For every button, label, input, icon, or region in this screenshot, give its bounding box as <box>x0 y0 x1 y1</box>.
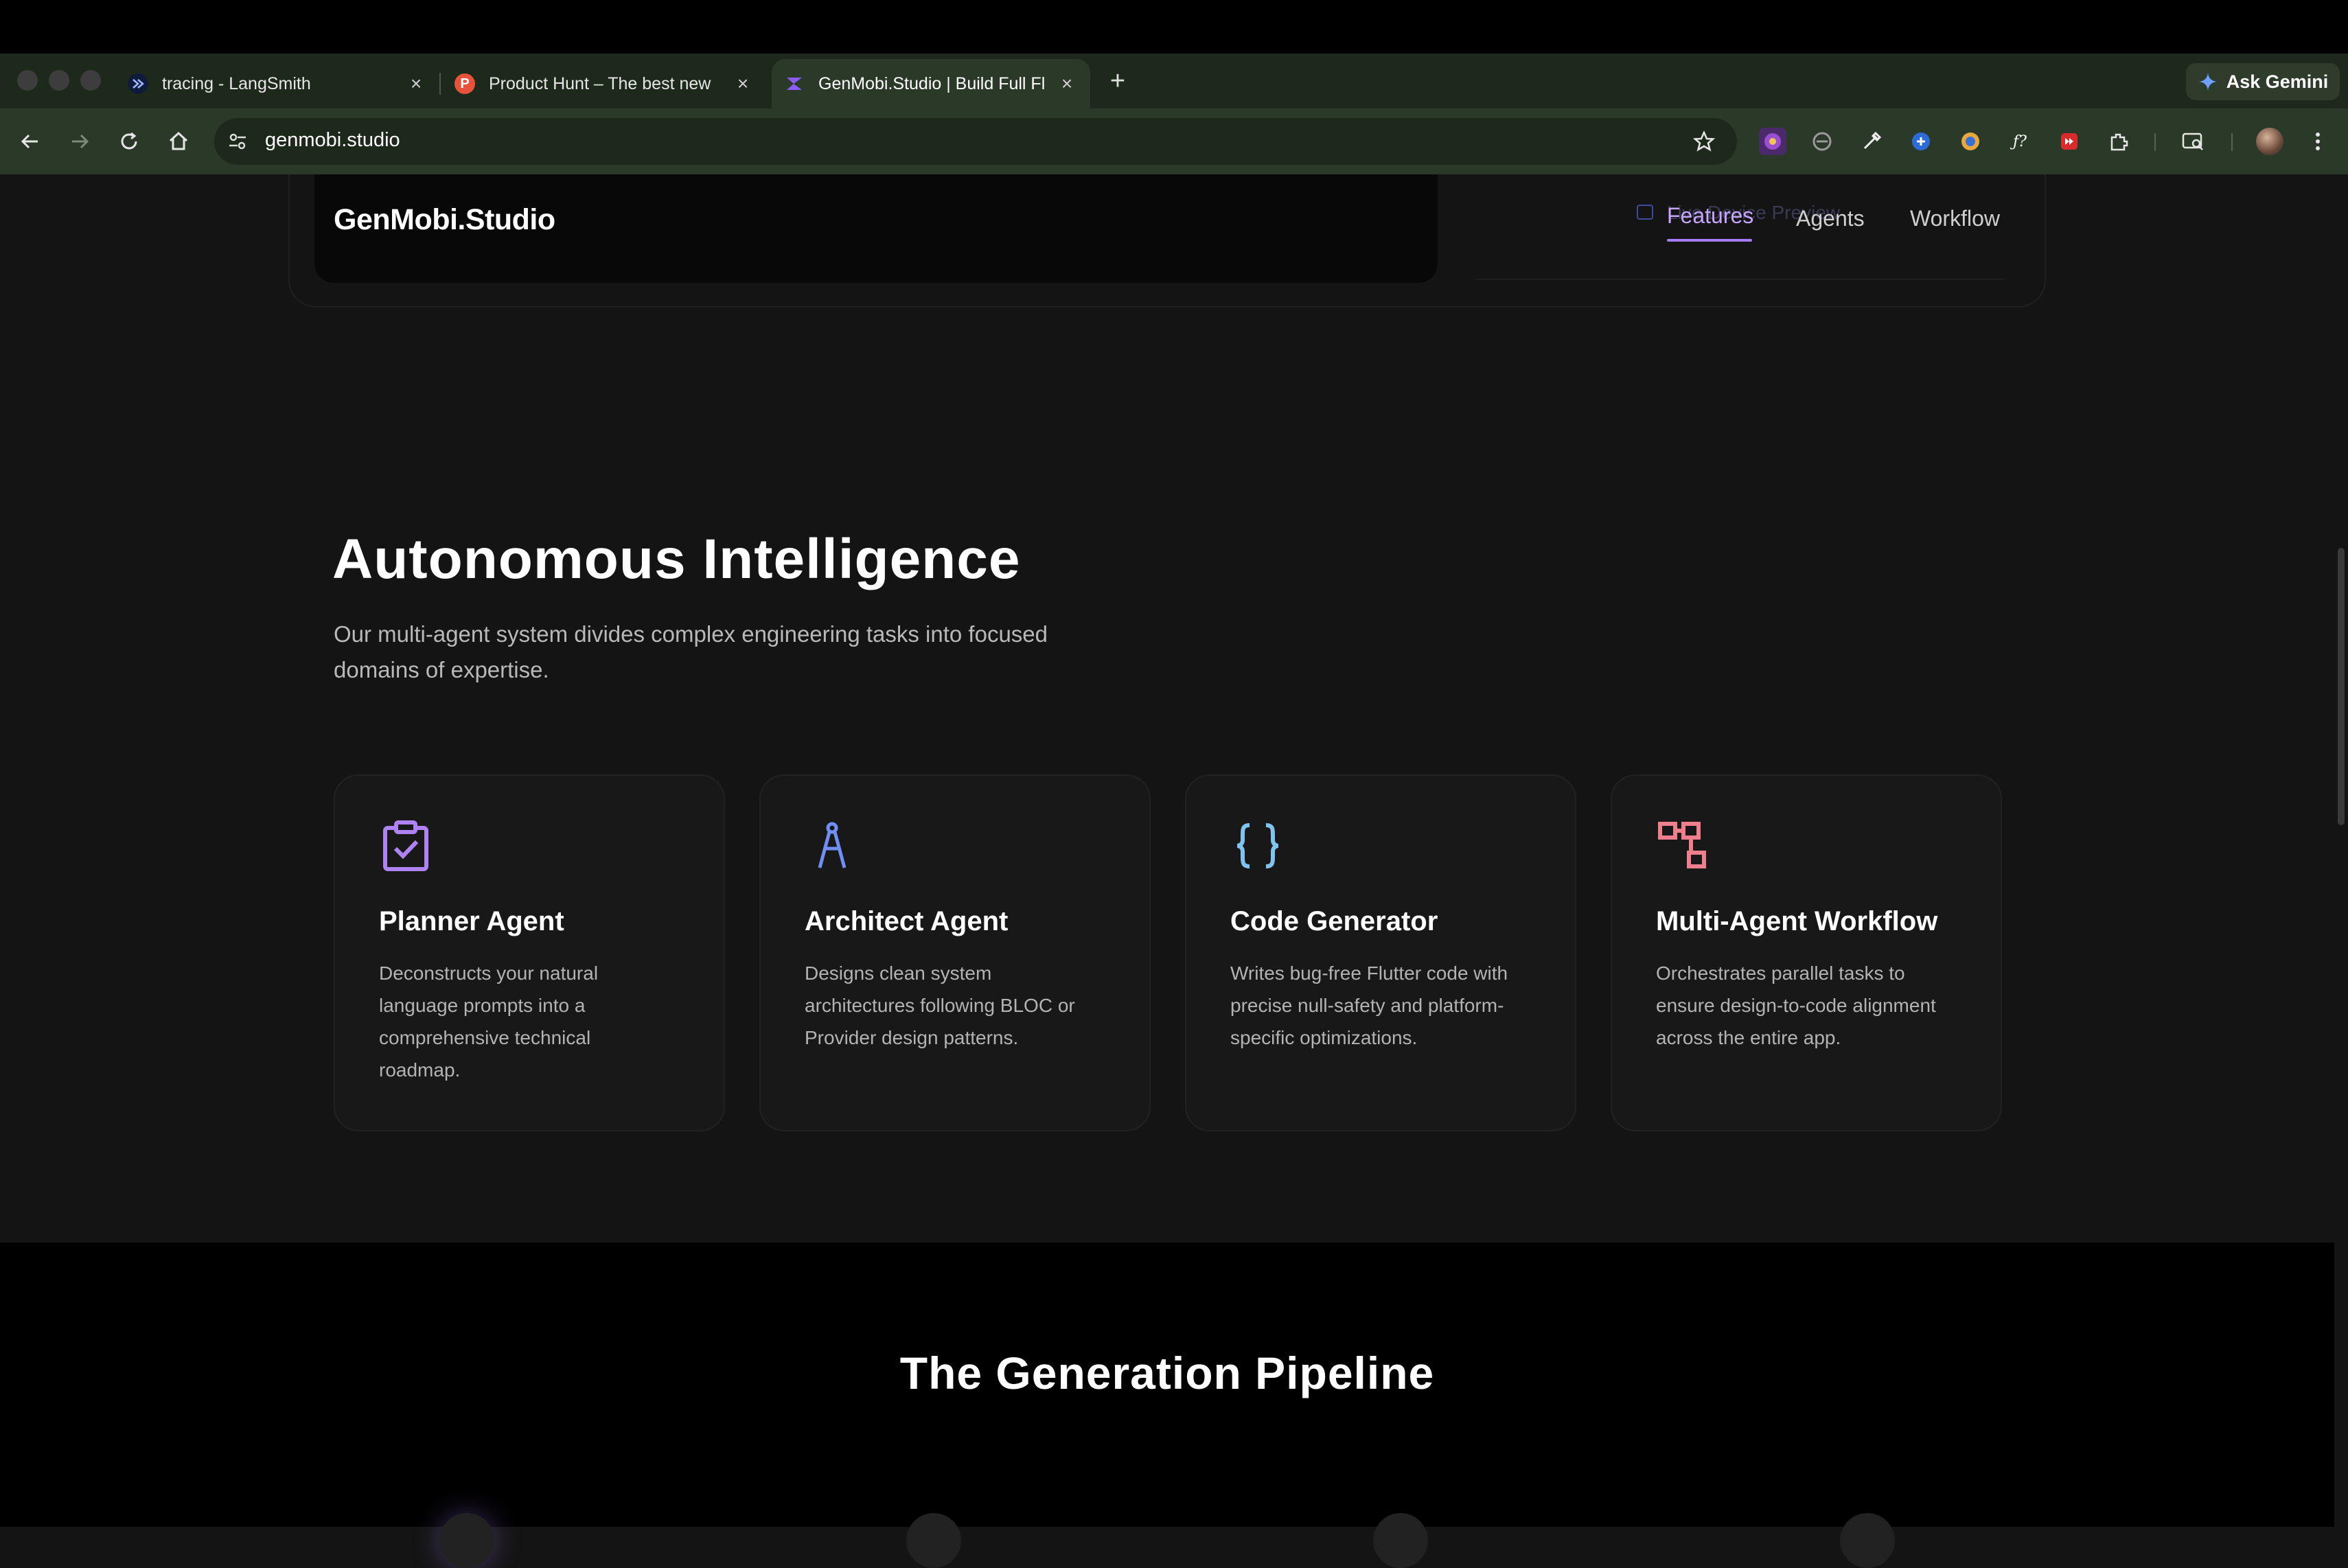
product-hunt-favicon-icon: P <box>454 73 475 94</box>
function-extension-icon[interactable]: ƒ? <box>2006 128 2034 155</box>
extension-5-icon[interactable] <box>1957 128 1984 155</box>
section-description: Our multi-agent system divides complex e… <box>334 621 1048 682</box>
extension-2-icon[interactable] <box>1808 128 1836 155</box>
tab-title: Product Hunt – The best new <box>489 73 711 93</box>
new-tab-button[interactable]: + <box>1104 66 1131 96</box>
extension-4-icon[interactable] <box>1907 128 1935 155</box>
site-info-icon <box>229 133 246 150</box>
card-body: Orchestrates parallel tasks to ensure de… <box>1656 962 1936 1048</box>
tab-separator <box>439 73 441 95</box>
reload-button[interactable] <box>110 122 148 161</box>
browser-menu-button[interactable] <box>2304 128 2332 155</box>
device-preview-icon <box>1637 205 1653 220</box>
tab-genmobi[interactable]: GenMobi.Studio | Build Full Fl × <box>772 59 1090 108</box>
home-icon <box>169 131 188 150</box>
extensions-icon <box>2110 133 2128 151</box>
clipboard-check-icon <box>378 818 433 873</box>
pipeline-step-2 <box>906 1513 961 1568</box>
window-maximize-button[interactable] <box>80 70 101 91</box>
extension-1-icon[interactable] <box>1759 128 1786 155</box>
url-text[interactable]: genmobi.studio <box>265 129 400 152</box>
toolbar-divider <box>2154 133 2156 151</box>
tab-langsmith[interactable]: tracing - LangSmith × <box>128 59 427 108</box>
preview-divider <box>1476 279 2005 280</box>
nav-link-workflow[interactable]: Workflow <box>1910 206 2000 231</box>
tab-title: tracing - LangSmith <box>162 73 311 93</box>
screen-top-strip <box>0 0 2348 54</box>
pipeline-title: The Generation Pipeline <box>899 1348 1435 1398</box>
nav-link-agents[interactable]: Agents <box>1796 206 1865 231</box>
ask-gemini-label: Ask Gemini <box>2226 71 2329 92</box>
genmobi-favicon-icon <box>784 73 805 94</box>
extension-7-icon[interactable] <box>2056 128 2083 155</box>
pipeline-step-4 <box>1840 1513 1895 1568</box>
reading-list-button[interactable] <box>2179 128 2207 155</box>
workflow-icon <box>1656 818 1711 873</box>
forward-icon <box>72 134 89 149</box>
card-title: Architect Agent <box>805 906 1009 936</box>
menu-icon <box>2316 132 2320 150</box>
bookmark-star-icon <box>1693 130 1715 152</box>
card-title: Planner Agent <box>379 906 564 936</box>
nav-active-indicator <box>1667 239 1752 242</box>
nav-link-features[interactable]: Features <box>1667 203 1753 229</box>
card-body: Deconstructs your natural language promp… <box>379 962 599 1081</box>
reload-icon <box>121 132 137 150</box>
back-icon <box>21 134 38 149</box>
section-title: Autonomous Intelligence <box>332 528 1021 590</box>
tab-product-hunt[interactable]: P Product Hunt – The best new × <box>454 59 754 108</box>
tab-close-icon[interactable]: × <box>1056 73 1078 95</box>
window-close-button[interactable] <box>17 70 38 91</box>
tab-close-icon[interactable]: × <box>405 73 427 95</box>
gemini-sparkle-icon <box>2198 71 2218 92</box>
curly-braces-icon <box>1230 818 1285 873</box>
card-body: Designs clean system architectures follo… <box>805 962 1075 1048</box>
ask-gemini-button[interactable]: Ask Gemini <box>2186 63 2340 100</box>
bookmark-button[interactable] <box>1690 128 1718 155</box>
extensions-button[interactable] <box>2105 128 2132 155</box>
eyedropper-extension-icon[interactable] <box>1858 128 1885 155</box>
page-scrollbar[interactable] <box>2334 174 2348 1527</box>
site-info-button[interactable] <box>224 128 251 155</box>
profile-avatar[interactable] <box>2256 128 2283 155</box>
tab-title: GenMobi.Studio | Build Full Fl <box>818 73 1046 93</box>
tab-close-icon[interactable]: × <box>732 73 754 95</box>
pipeline-step-1 <box>439 1513 494 1568</box>
forward-button[interactable] <box>60 122 99 161</box>
toolbar-divider <box>2231 133 2233 151</box>
compass-icon <box>805 818 860 873</box>
pipeline-step-3 <box>1373 1513 1428 1568</box>
home-button[interactable] <box>159 122 198 161</box>
back-button[interactable] <box>11 122 49 161</box>
card-title: Multi-Agent Workflow <box>1656 906 1938 936</box>
scrollbar-thumb[interactable] <box>2338 548 2345 825</box>
langsmith-favicon-icon <box>128 73 148 94</box>
card-body: Writes bug-free Flutter code with precis… <box>1230 962 1508 1048</box>
reading-list-icon <box>2182 132 2203 150</box>
site-logo[interactable]: GenMobi.Studio <box>334 203 555 237</box>
card-title: Code Generator <box>1230 906 1438 936</box>
address-bar[interactable] <box>214 118 1737 165</box>
window-minimize-button[interactable] <box>49 70 69 91</box>
